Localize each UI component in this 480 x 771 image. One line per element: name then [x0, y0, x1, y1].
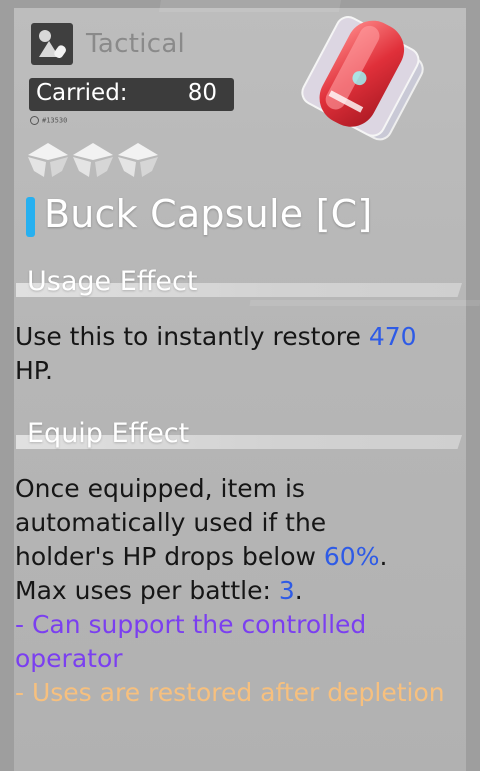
restore-hp-value: 470 [368, 322, 417, 351]
support-operator-note: - Can support the controlled operator [15, 610, 367, 673]
rarity-stars [24, 140, 164, 180]
hp-threshold-value: 60% [323, 542, 380, 571]
usage-effect-title: Usage Effect [27, 266, 198, 297]
max-uses-value: 3 [278, 576, 295, 605]
item-category: Tactical [86, 29, 186, 59]
rarity-star-icon [73, 143, 113, 177]
carried-count-box: Carried: 80 [29, 78, 234, 111]
carried-label: Carried: [36, 80, 128, 106]
background-stripe [158, 0, 342, 12]
restore-uses-note: - Uses are restored after depletion [15, 678, 445, 707]
equip-effect-header: Equip Effect [16, 418, 462, 454]
usage-effect-header: Usage Effect [16, 266, 462, 302]
red-capsule-pack-image [272, 14, 442, 154]
ban-icon [30, 116, 39, 125]
rarity-star-icon [28, 143, 68, 177]
item-name: Buck Capsule [C] [44, 192, 373, 236]
equip-effect-text: Once equipped, item is automatically use… [15, 472, 455, 710]
item-code: #13530 [30, 116, 67, 125]
equip-effect-title: Equip Effect [27, 418, 190, 449]
rarity-star-icon [118, 143, 158, 177]
rarity-accent-bar [26, 197, 35, 237]
usage-effect-text: Use this to instantly restore 470 HP. [15, 322, 417, 385]
carried-value: 80 [187, 80, 217, 106]
medic-icon [31, 23, 73, 65]
